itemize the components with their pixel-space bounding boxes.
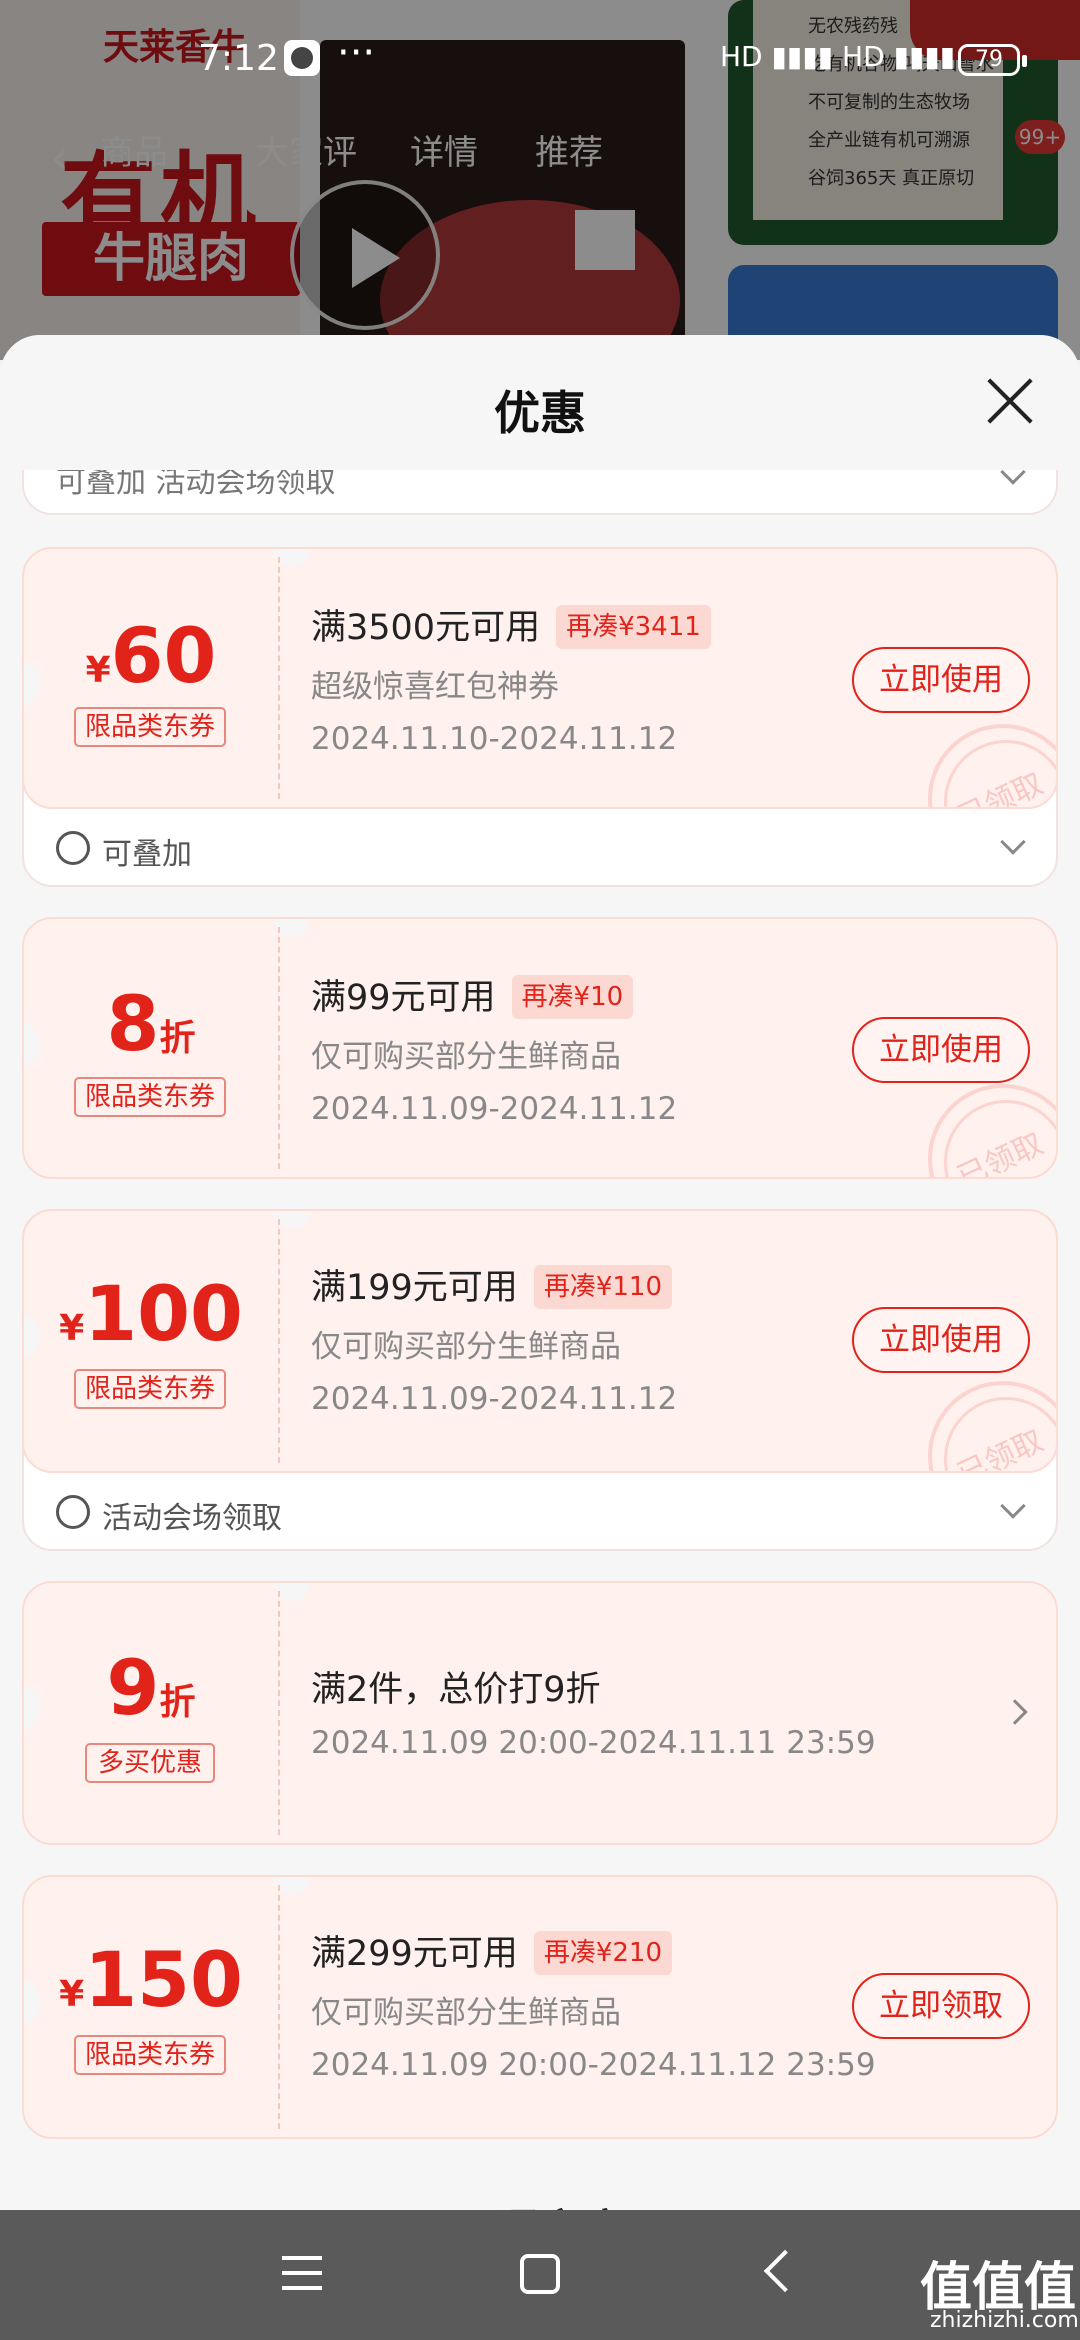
- product-page-background: 天莱香牛 有机 牛腿肉 无农残药残 吃有机谷物 喝天山雪水 不可复制的生态牧场 …: [0, 0, 1080, 360]
- status-bar: 7:12 ··· HD ▮▮▮▮ HD ▮▮▮▮ 79: [0, 30, 1080, 90]
- coupon-date-range: 2024.11.09-2024.11.12: [311, 1091, 678, 1127]
- coupon-type-tag: 限品类东券: [74, 1369, 226, 1409]
- use-now-button[interactable]: 立即使用: [852, 647, 1030, 713]
- coupon-card[interactable]: 8折 限品类东券 满99元可用 再凑¥10 仅可购买部分生鲜商品 2024.11.…: [22, 917, 1058, 1179]
- coupon-condition: 满3500元可用 再凑¥3411: [311, 599, 711, 650]
- signal-icon: HD ▮▮▮▮ HD ▮▮▮▮: [720, 40, 956, 73]
- group-footer-label: 活动会场领取: [102, 1501, 282, 1536]
- menu-icon[interactable]: [282, 2256, 322, 2292]
- sheet-title: 优惠: [494, 386, 586, 440]
- group-footer-label: 可叠加: [102, 837, 192, 872]
- coupon-type-tag: 限品类东券: [74, 2035, 226, 2075]
- membership-section-title: 开通京享: [0, 2195, 1080, 2210]
- coupon-description: 仅可购买部分生鲜商品: [311, 1995, 621, 2031]
- more-notifications-icon: ···: [337, 30, 376, 76]
- system-nav-bar: [0, 2210, 1080, 2340]
- use-now-button[interactable]: 立即使用: [852, 1017, 1030, 1083]
- back-icon[interactable]: [763, 2249, 807, 2293]
- claimed-stamp: 已领取: [928, 1381, 1056, 1471]
- status-time: 7:12: [198, 38, 279, 79]
- coupon-card[interactable]: ¥60 限品类东券 满3500元可用 再凑¥3411 超级惊喜红包神券 2024.…: [22, 547, 1058, 809]
- coupon-condition: 满2件，总价打9折: [311, 1670, 601, 1710]
- home-icon[interactable]: [520, 2254, 560, 2294]
- coupon-date-range: 2024.11.09 20:00-2024.11.12 23:59: [311, 2047, 876, 2083]
- coupon-amount: 8折: [106, 979, 196, 1068]
- coupon-amount: ¥150: [59, 1935, 243, 2024]
- coupon-sheet: 可叠加 活动会场领取 ¥60 限品类东券 满3500元可用 再凑¥3411 超级惊…: [0, 335, 1080, 2210]
- promotion-card[interactable]: 9折 多买优惠 满2件，总价打9折 2024.11.09 20:00-2024.…: [22, 1581, 1058, 1845]
- coupon-type-tag: 限品类东券: [74, 1077, 226, 1117]
- coupon-type-tag: 限品类东券: [74, 707, 226, 747]
- coupon-description: 仅可购买部分生鲜商品: [311, 1329, 621, 1365]
- coupon-gap-chip: 再凑¥3411: [556, 605, 711, 649]
- coupon-condition: 满199元可用 再凑¥110: [311, 1259, 672, 1310]
- coupon-card[interactable]: ¥150 限品类东券 满299元可用 再凑¥210 仅可购买部分生鲜商品 2024…: [22, 1875, 1058, 2139]
- claim-now-button[interactable]: 立即领取: [852, 1973, 1030, 2039]
- coupon-gap-chip: 再凑¥10: [511, 975, 634, 1019]
- sheet-header: 优惠: [0, 335, 1080, 470]
- dnd-icon: [284, 40, 320, 76]
- watermark-url: zhizhizhi.com: [930, 2308, 1079, 2333]
- coupon-condition: 满299元可用 再凑¥210: [311, 1925, 672, 1976]
- coupon-date-range: 2024.11.09 20:00-2024.11.11 23:59: [311, 1725, 876, 1761]
- coupon-gap-chip: 再凑¥110: [533, 1265, 672, 1309]
- coupon-condition: 满99元可用 再凑¥10: [311, 969, 634, 1020]
- stack-icon: [56, 831, 90, 865]
- coupon-type-tag: 多买优惠: [85, 1743, 215, 1783]
- coupon-date-range: 2024.11.10-2024.11.12: [311, 721, 678, 757]
- chevron-down-icon[interactable]: [1000, 1493, 1026, 1519]
- coupon-amount: 9折: [106, 1643, 196, 1732]
- use-now-button[interactable]: 立即使用: [852, 1307, 1030, 1373]
- coupon-description: 超级惊喜红包神券: [311, 669, 559, 705]
- coupon-group: ¥100 限品类东券 满199元可用 再凑¥110 仅可购买部分生鲜商品 2024…: [22, 1209, 1058, 1551]
- venue-icon: [56, 1495, 90, 1529]
- coupon-group: ¥60 限品类东券 满3500元可用 再凑¥3411 超级惊喜红包神券 2024.…: [22, 547, 1058, 887]
- close-icon[interactable]: [985, 375, 1035, 425]
- chevron-down-icon[interactable]: [1000, 829, 1026, 855]
- coupon-description: 仅可购买部分生鲜商品: [311, 1039, 621, 1075]
- claimed-stamp: 已领取: [928, 1084, 1056, 1177]
- claimed-stamp: 已领取: [928, 724, 1056, 807]
- group-footer[interactable]: 可叠加: [24, 809, 1056, 885]
- group-footer[interactable]: 活动会场领取: [24, 1473, 1056, 1549]
- battery-icon: 79: [958, 44, 1027, 76]
- coupon-gap-chip: 再凑¥210: [533, 1931, 672, 1975]
- coupon-date-range: 2024.11.09-2024.11.12: [311, 1381, 678, 1417]
- coupon-amount: ¥100: [59, 1269, 243, 1358]
- coupon-card[interactable]: ¥100 限品类东券 满199元可用 再凑¥110 仅可购买部分生鲜商品 2024…: [22, 1209, 1058, 1473]
- coupon-amount: ¥60: [85, 611, 217, 700]
- chevron-right-icon[interactable]: [1002, 1699, 1028, 1725]
